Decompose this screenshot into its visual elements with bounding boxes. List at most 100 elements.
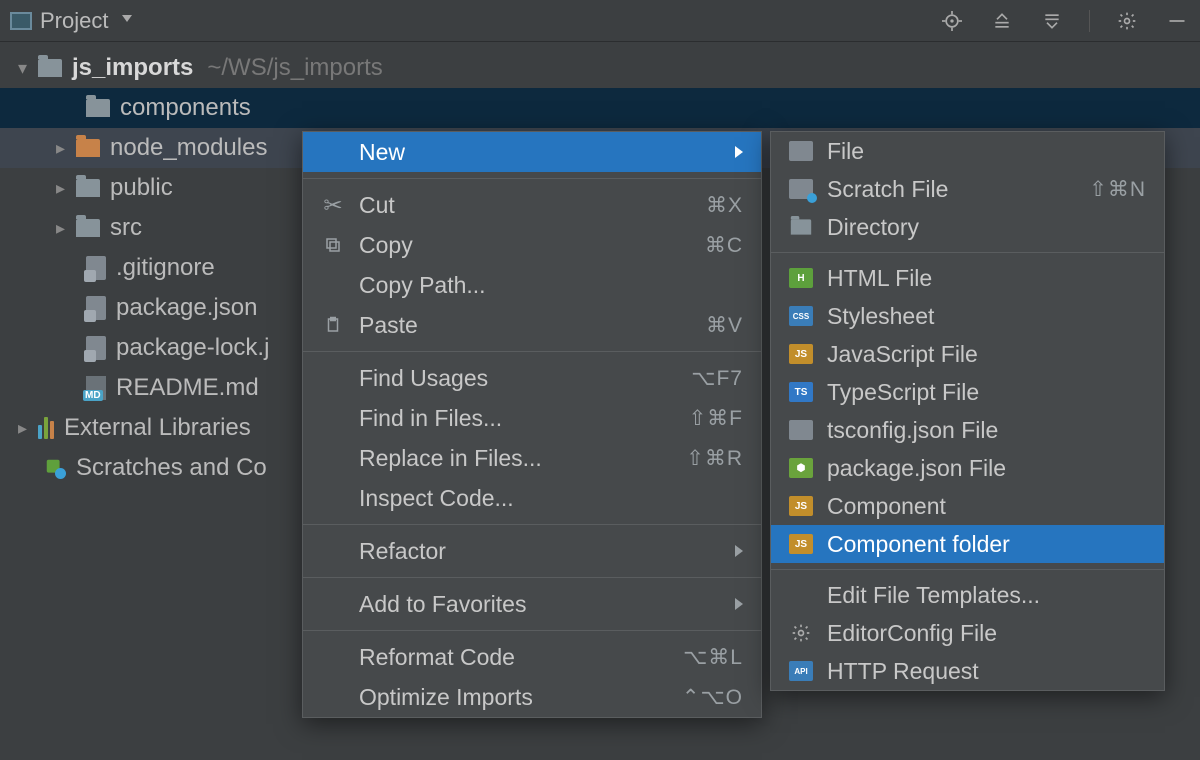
folder-icon [38, 59, 62, 77]
file-icon [86, 336, 106, 360]
toolbar-right [939, 8, 1190, 34]
menu-shortcut: ⌘V [706, 313, 743, 338]
menu-item-label: Component [827, 493, 946, 520]
menu-item-add-favorites[interactable]: Add to Favorites [303, 584, 761, 624]
menu-shortcut: ⌥⌘L [683, 645, 743, 670]
menu-item-replace-in-files[interactable]: Replace in Files... ⇧⌘R [303, 438, 761, 478]
menu-item-label: Component folder [827, 531, 1010, 558]
dropdown-arrow-icon[interactable] [122, 15, 132, 22]
chevron-right-icon[interactable] [56, 178, 70, 199]
menu-item-label: Find in Files... [359, 405, 502, 432]
tree-item-label: src [110, 214, 142, 242]
menu-separator [303, 577, 761, 578]
menu-item-reformat-code[interactable]: Reformat Code ⌥⌘L [303, 637, 761, 677]
menu-item-inspect-code[interactable]: Inspect Code... [303, 478, 761, 518]
menu-item-cut[interactable]: ✂Cut ⌘X [303, 185, 761, 225]
scratch-file-icon [789, 179, 813, 199]
menu-item-new[interactable]: New [303, 132, 761, 172]
menu-item-label: Inspect Code... [359, 485, 514, 512]
menu-shortcut: ⇧⌘F [689, 406, 743, 431]
tree-item-components[interactable]: components [0, 88, 1200, 128]
menu-item-label: Directory [827, 214, 919, 241]
menu-item-copy[interactable]: Copy ⌘C [303, 225, 761, 265]
menu-item-copy-path[interactable]: Copy Path... [303, 265, 761, 305]
menu-separator [303, 524, 761, 525]
menu-item-label: Stylesheet [827, 303, 934, 330]
menu-separator [771, 252, 1164, 253]
js-icon: JS [789, 496, 813, 516]
project-toolwindow-title[interactable]: Project [40, 8, 108, 34]
submenu-item-tsconfig[interactable]: tsconfig.json File [771, 411, 1164, 449]
tree-item-label: node_modules [110, 134, 267, 162]
menu-shortcut: ⌘C [705, 233, 743, 258]
collapse-all-icon[interactable] [1039, 8, 1065, 34]
node-icon: ⬢ [789, 458, 813, 478]
submenu-arrow-icon [735, 598, 743, 610]
submenu-item-scratch-file[interactable]: Scratch File ⇧⌘N [771, 170, 1164, 208]
file-icon [789, 420, 813, 440]
submenu-item-http-request[interactable]: APIHTTP Request [771, 652, 1164, 690]
submenu-item-javascript-file[interactable]: JS JavaScript File [771, 335, 1164, 373]
menu-shortcut: ⌥F7 [691, 366, 743, 391]
menu-item-label: Paste [359, 312, 418, 339]
new-submenu: File Scratch File ⇧⌘N Directory HHTML Fi… [770, 131, 1165, 691]
menu-item-label: HTML File [827, 265, 932, 292]
chevron-down-icon[interactable] [18, 58, 32, 79]
menu-item-label: JavaScript File [827, 341, 978, 368]
submenu-item-package-json[interactable]: ⬢package.json File [771, 449, 1164, 487]
menu-separator [303, 630, 761, 631]
menu-item-optimize-imports[interactable]: Optimize Imports ⌃⌥O [303, 677, 761, 717]
menu-shortcut: ⌃⌥O [682, 685, 743, 710]
submenu-item-editorconfig[interactable]: EditorConfig File [771, 614, 1164, 652]
menu-item-label: tsconfig.json File [827, 417, 998, 444]
submenu-item-html-file[interactable]: HHTML File [771, 259, 1164, 297]
tree-item-label: Scratches and Co [76, 454, 267, 482]
menu-item-label: File [827, 138, 864, 165]
tree-item-label: public [110, 174, 173, 202]
settings-gear-icon[interactable] [1114, 8, 1140, 34]
tree-item-label: components [120, 94, 251, 122]
menu-item-find-usages[interactable]: Find Usages ⌥F7 [303, 358, 761, 398]
scratches-icon [44, 457, 66, 479]
tree-item-label: package.json [116, 294, 257, 322]
submenu-item-edit-templates[interactable]: Edit File Templates... [771, 576, 1164, 614]
folder-icon [791, 219, 811, 234]
markdown-file-icon [86, 376, 106, 400]
submenu-item-file[interactable]: File [771, 132, 1164, 170]
submenu-item-stylesheet[interactable]: CSSStylesheet [771, 297, 1164, 335]
libraries-icon [38, 417, 54, 439]
menu-shortcut: ⇧⌘N [1089, 177, 1146, 202]
locate-icon[interactable] [939, 8, 965, 34]
menu-item-label: Copy Path... [359, 272, 486, 299]
file-icon [86, 256, 106, 280]
chevron-right-icon[interactable] [18, 418, 32, 439]
js-icon: JS [789, 344, 813, 364]
tree-item-label: .gitignore [116, 254, 215, 282]
folder-icon [76, 219, 100, 237]
menu-item-refactor[interactable]: Refactor [303, 531, 761, 571]
submenu-item-typescript-file[interactable]: TSTypeScript File [771, 373, 1164, 411]
menu-item-label: Cut [359, 192, 395, 219]
menu-shortcut: ⌘X [706, 193, 743, 218]
tree-item-label: README.md [116, 374, 259, 402]
menu-item-label: Optimize Imports [359, 684, 533, 711]
chevron-right-icon[interactable] [56, 138, 70, 159]
context-menu: New ✂Cut ⌘X Copy ⌘C Copy Path... Paste ⌘… [302, 131, 762, 718]
toolbar-left: Project [10, 8, 132, 34]
chevron-right-icon[interactable] [56, 218, 70, 239]
menu-shortcut: ⇧⌘R [686, 446, 743, 471]
folder-icon [76, 179, 100, 197]
ts-icon: TS [789, 382, 813, 402]
submenu-item-component[interactable]: JS Component [771, 487, 1164, 525]
file-icon [789, 141, 813, 161]
js-icon: JS [789, 534, 813, 554]
expand-all-icon[interactable] [989, 8, 1015, 34]
menu-item-find-in-files[interactable]: Find in Files... ⇧⌘F [303, 398, 761, 438]
hide-panel-icon[interactable] [1164, 8, 1190, 34]
copy-icon [321, 236, 345, 254]
submenu-arrow-icon [735, 146, 743, 158]
tree-root[interactable]: js_imports ~/WS/js_imports [0, 48, 1200, 88]
menu-item-paste[interactable]: Paste ⌘V [303, 305, 761, 345]
submenu-item-directory[interactable]: Directory [771, 208, 1164, 246]
submenu-item-component-folder[interactable]: JS Component folder [771, 525, 1164, 563]
